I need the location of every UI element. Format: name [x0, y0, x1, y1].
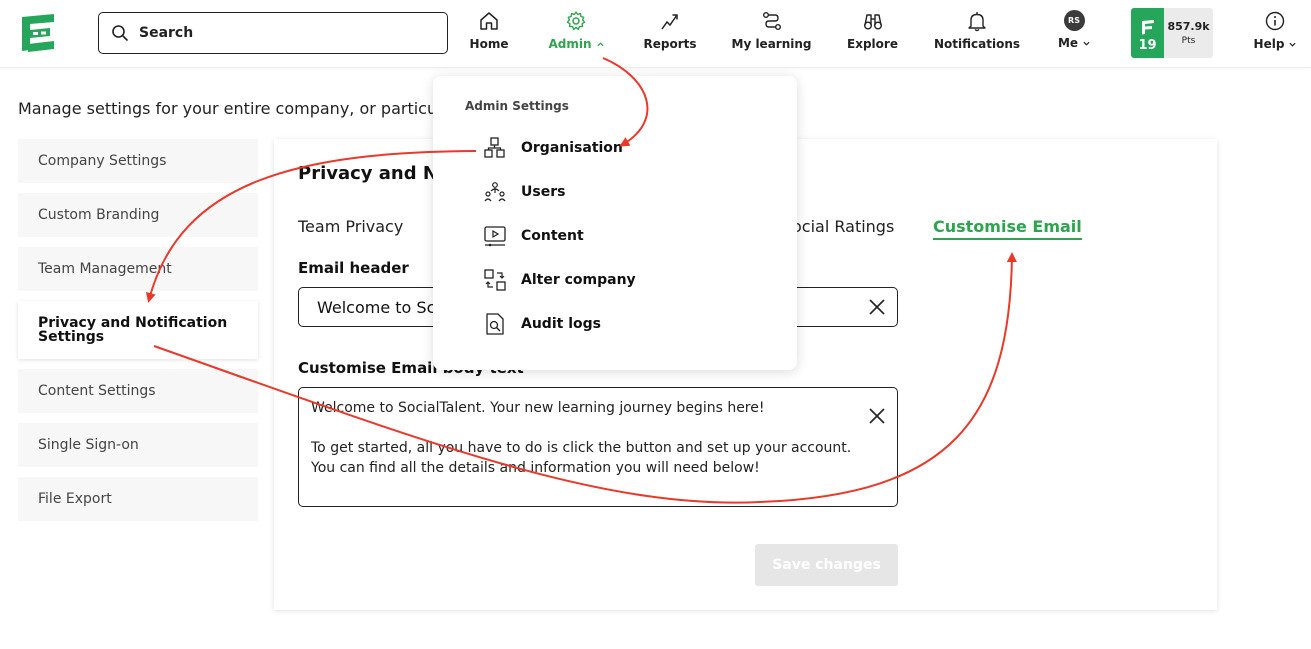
gear-icon [566, 11, 586, 30]
logo-mini-icon [1141, 20, 1154, 35]
nav-admin-label: Admin [548, 37, 592, 51]
email-body-textarea[interactable]: Welcome to SocialTalent. Your new learni… [298, 387, 898, 507]
sidebar-item-label: Content Settings [38, 383, 156, 399]
level-badge: 19 [1131, 8, 1164, 58]
tab-team-privacy[interactable]: Team Privacy [298, 217, 403, 236]
nav-admin[interactable]: Admin [547, 10, 605, 60]
menu-item-content[interactable]: Content [483, 223, 584, 249]
nav-help[interactable]: Help [1252, 10, 1298, 60]
sidebar-item-label: Privacy and Notification Settings [38, 315, 228, 345]
users-icon [484, 182, 506, 202]
sidebar-item-team-management[interactable]: Team Management [18, 247, 258, 291]
close-icon[interactable] [867, 406, 887, 426]
nav-my-learning-label: My learning [731, 37, 812, 51]
content-icon [484, 226, 506, 247]
level-number: 19 [1138, 38, 1157, 53]
points-value: 857.9k [1167, 20, 1210, 33]
menu-item-label: Alter company [521, 272, 636, 288]
alter-company-icon [484, 269, 506, 291]
sidebar-item-privacy-notification[interactable]: Privacy and Notification Settings [18, 301, 258, 359]
trend-up-icon [661, 14, 678, 30]
dropdown-title: Admin Settings [465, 99, 569, 113]
avatar-initials: RS [1068, 16, 1080, 25]
points-unit: Pts [1181, 36, 1196, 46]
menu-item-label: Audit logs [521, 316, 601, 332]
email-body-text: Welcome to SocialTalent. Your new learni… [311, 398, 866, 478]
menu-item-users[interactable]: Users [483, 179, 565, 205]
close-icon[interactable] [867, 297, 887, 317]
sidebar-item-label: Team Management [38, 261, 172, 277]
audit-logs-icon [486, 313, 504, 335]
nav-me[interactable]: RS Me [1055, 10, 1093, 60]
sidebar-item-label: Company Settings [38, 153, 167, 169]
chevron-up-icon [596, 41, 604, 46]
organisation-icon [484, 137, 505, 158]
menu-item-label: Organisation [521, 140, 623, 156]
nav-my-learning[interactable]: My learning [731, 10, 812, 60]
nav-me-label: Me [1057, 36, 1079, 50]
nav-reports-label: Reports [643, 37, 697, 51]
nav-explore[interactable]: Explore [847, 10, 898, 60]
socialtalent-logo-icon[interactable] [20, 13, 56, 53]
tab-social-ratings[interactable]: ocial Ratings [792, 217, 894, 236]
home-icon [480, 12, 498, 30]
email-body-line: To get started, all you have to do is cl… [311, 440, 852, 476]
panel-title: Privacy and No [298, 163, 451, 184]
search-icon [112, 25, 128, 41]
menu-item-audit-logs[interactable]: Audit logs [483, 311, 601, 337]
sidebar-item-custom-branding[interactable]: Custom Branding [18, 193, 258, 237]
nav-explore-label: Explore [847, 37, 898, 51]
sidebar-item-label: Custom Branding [38, 207, 160, 223]
email-body-line [311, 418, 866, 438]
email-header-label: Email header [298, 259, 409, 277]
bell-icon [968, 12, 986, 32]
nav-reports[interactable]: Reports [643, 10, 697, 60]
sidebar-item-file-export[interactable]: File Export [18, 477, 258, 521]
sidebar-item-content-settings[interactable]: Content Settings [18, 369, 258, 413]
chevron-down-icon [1083, 41, 1090, 46]
nav-notifications[interactable]: Notifications [933, 10, 1021, 60]
sidebar-item-label: File Export [38, 491, 112, 507]
avatar: RS [1063, 10, 1085, 31]
points-value-box: 857.9k Pts [1164, 8, 1213, 58]
top-header: Search Home Admin Reports My learning Ex… [0, 0, 1311, 68]
admin-dropdown-menu: Admin Settings Organisation Users Conten… [433, 76, 797, 370]
email-header-value: Welcome to Sc [317, 298, 436, 317]
nav-notifications-label: Notifications [933, 37, 1021, 51]
sidebar-item-label: Single Sign-on [38, 437, 139, 453]
binoculars-icon [863, 14, 882, 30]
nav-home[interactable]: Home [469, 10, 509, 60]
chevron-down-icon [1289, 42, 1296, 47]
sidebar-item-company-settings[interactable]: Company Settings [18, 139, 258, 183]
menu-item-label: Users [521, 184, 566, 200]
email-body-line: Welcome to SocialTalent. Your new learni… [311, 400, 765, 416]
search-placeholder: Search [139, 25, 194, 41]
save-changes-button[interactable]: Save changes [755, 544, 898, 586]
menu-item-organisation[interactable]: Organisation [483, 135, 623, 161]
menu-item-alter-company[interactable]: Alter company [483, 267, 636, 293]
tab-customise-email[interactable]: Customise Email [933, 217, 1082, 240]
sidebar-item-single-sign-on[interactable]: Single Sign-on [18, 423, 258, 467]
route-icon [762, 12, 781, 30]
info-icon [1265, 11, 1285, 31]
page-intro-text: Manage settings for your entire company,… [18, 99, 438, 118]
points-badge[interactable]: 19 857.9k Pts [1131, 8, 1213, 58]
menu-item-label: Content [521, 228, 584, 244]
nav-help-label: Help [1253, 37, 1285, 51]
search-bar[interactable]: Search [98, 12, 448, 54]
nav-home-label: Home [469, 37, 509, 51]
